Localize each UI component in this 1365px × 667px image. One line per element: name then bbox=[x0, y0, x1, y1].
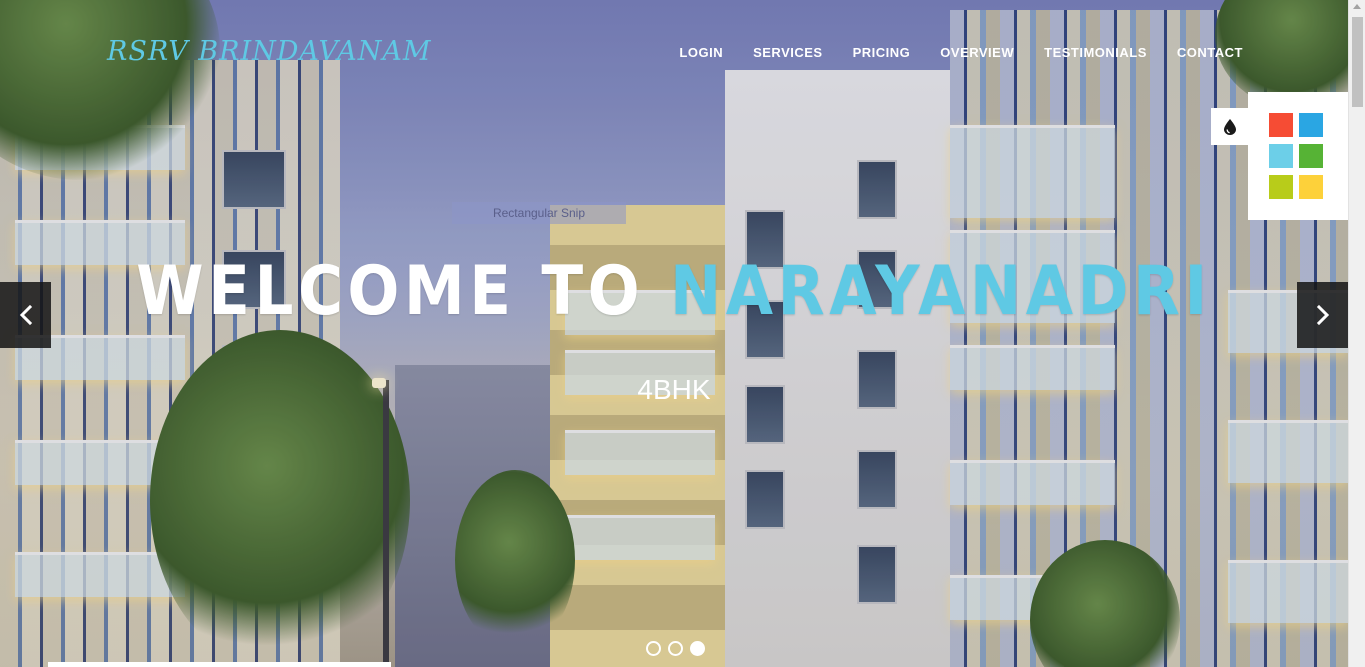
carousel-indicator-3[interactable] bbox=[690, 641, 705, 656]
hero-subtitle: 4BHK bbox=[637, 374, 711, 405]
carousel-next-button[interactable] bbox=[1297, 282, 1348, 348]
swatch-yellow[interactable] bbox=[1299, 175, 1323, 199]
swatch-red[interactable] bbox=[1269, 113, 1293, 137]
chevron-right-icon bbox=[1316, 304, 1329, 326]
drop-icon bbox=[1223, 118, 1236, 135]
hero-headline-accent: NARAYANADRI bbox=[670, 252, 1212, 331]
carousel-prev-button[interactable] bbox=[0, 282, 51, 348]
carousel-indicator-1[interactable] bbox=[646, 641, 661, 656]
main-nav: LOGIN SERVICES PRICING OVERVIEW TESTIMON… bbox=[679, 44, 1243, 62]
hero-overlay bbox=[0, 0, 1348, 667]
nav-link-contact[interactable]: CONTACT bbox=[1177, 45, 1243, 60]
hero-headline: WELCOME TO NARAYANADRI bbox=[67, 252, 1280, 331]
nav-link-services[interactable]: SERVICES bbox=[753, 45, 823, 60]
nav-link-pricing[interactable]: PRICING bbox=[853, 45, 911, 60]
nav-link-overview[interactable]: OVERVIEW bbox=[940, 45, 1014, 60]
color-switcher-panel bbox=[1248, 92, 1348, 220]
swatch-cyan[interactable] bbox=[1269, 144, 1293, 168]
nav-item-pricing: PRICING bbox=[853, 44, 911, 62]
scroll-up-arrow-icon[interactable] bbox=[1353, 4, 1361, 9]
chevron-left-icon bbox=[19, 304, 32, 326]
swatch-blue[interactable] bbox=[1299, 113, 1323, 137]
nav-item-testimonials: TESTIMONIALS bbox=[1044, 44, 1147, 62]
nav-link-login[interactable]: LOGIN bbox=[679, 45, 723, 60]
bottom-strip bbox=[48, 662, 391, 667]
swatch-lime[interactable] bbox=[1269, 175, 1293, 199]
hero-headline-prefix: WELCOME TO bbox=[136, 252, 645, 331]
color-switcher-toggle[interactable] bbox=[1211, 108, 1248, 145]
nav-item-contact: CONTACT bbox=[1177, 44, 1243, 62]
brand-logo-link[interactable]: RSRV BRINDAVANAM bbox=[107, 36, 431, 67]
nav-item-services: SERVICES bbox=[753, 44, 823, 62]
nav-item-overview: OVERVIEW bbox=[940, 44, 1014, 62]
swatch-green[interactable] bbox=[1299, 144, 1323, 168]
nav-link-testimonials[interactable]: TESTIMONIALS bbox=[1044, 45, 1147, 60]
page-scrollbar[interactable] bbox=[1348, 0, 1365, 667]
carousel-indicator-2[interactable] bbox=[668, 641, 683, 656]
page: RSRV BRINDAVANAM LOGIN SERVICES PRICING … bbox=[0, 0, 1365, 667]
nav-item-login: LOGIN bbox=[679, 44, 723, 62]
carousel-indicators bbox=[646, 641, 705, 656]
scroll-thumb[interactable] bbox=[1352, 17, 1363, 107]
snip-tooltip: Rectangular Snip bbox=[452, 202, 626, 224]
